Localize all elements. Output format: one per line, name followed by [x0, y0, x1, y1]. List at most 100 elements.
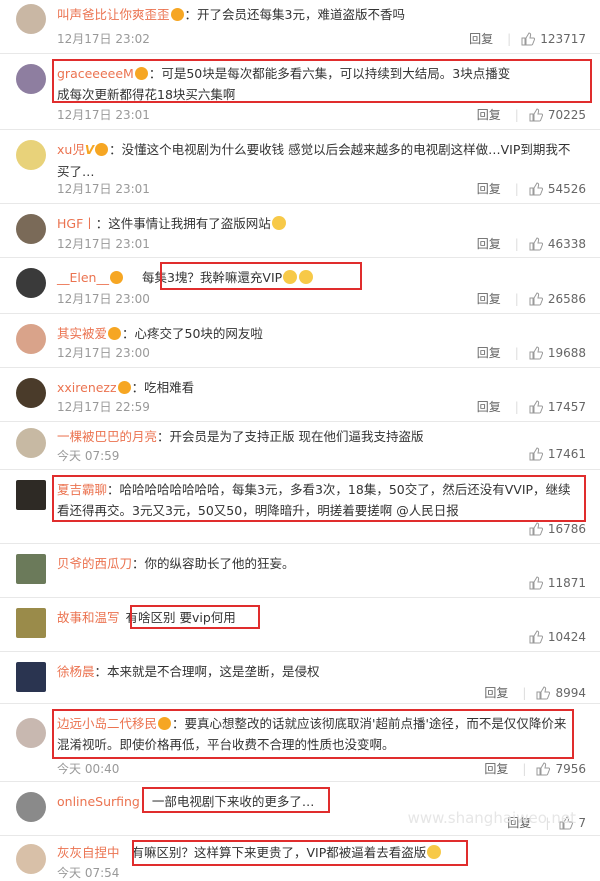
divider: |	[507, 31, 512, 46]
comment-text: ：哈哈哈哈哈哈哈哈，每集3元，多看3次，18集，50交了，然后还没有VVIP，继…	[57, 482, 571, 518]
avatar[interactable]	[16, 140, 46, 170]
comment-time: 今天 07:54	[57, 866, 120, 880]
comment-username[interactable]: 叫声爸比让你爽歪歪	[57, 7, 170, 22]
like-button[interactable]: 19688	[529, 346, 586, 360]
like-button[interactable]: 17457	[529, 400, 586, 414]
thumbs-up-icon	[529, 181, 543, 195]
avatar[interactable]	[16, 792, 46, 822]
comment-item: HGF丨：这件事情让我拥有了盗版网站 12月17日 23:01 回复 | 463…	[0, 204, 600, 258]
cat-emoji-icon	[283, 270, 298, 284]
reply-button[interactable]: 回复	[484, 684, 508, 701]
reply-button[interactable]: 回复	[477, 235, 501, 252]
member-badge-icon	[95, 143, 109, 156]
comment-item: 贝爷的西瓜刀：你的纵容助长了他的狂妄。 11871	[0, 544, 600, 598]
comment-username[interactable]: 其实被爱	[57, 326, 107, 341]
comment-time: 12月17日 23:01	[57, 237, 150, 251]
member-badge-icon	[170, 8, 184, 21]
comment-item: 其实被爱 ：心疼交了50块的网友啦 12月17日 23:00 回复 | 19688	[0, 314, 600, 368]
comment-username[interactable]: xxirenezz	[57, 380, 117, 395]
thumbs-up-icon	[529, 630, 543, 644]
comment-username[interactable]: 夏吉霸聊	[57, 482, 107, 497]
like-button[interactable]: 7956	[536, 762, 586, 776]
comment-text: 每集3塊？我幹嘛還充VIP	[141, 270, 283, 285]
verified-icon: V	[84, 143, 95, 157]
comment-item: __Elen__ 每集3塊？我幹嘛還充VIP 12月17日 23:00 回复 |…	[0, 258, 600, 314]
reply-button[interactable]: 回复	[469, 30, 493, 47]
avatar[interactable]	[16, 428, 46, 458]
like-button[interactable]: 46338	[529, 237, 586, 251]
comment-text: ：吃相难看	[131, 380, 195, 395]
comment-text: ：本来就是不合理啊，这是垄断，是侵权	[94, 664, 320, 679]
cat-emoji-icon	[299, 270, 314, 284]
like-button[interactable]: 17461	[529, 447, 586, 461]
like-button[interactable]: 10424	[529, 630, 586, 644]
comment-username[interactable]: onlineSurfing	[57, 794, 140, 809]
like-count: 19688	[547, 345, 586, 360]
like-count: 10424	[547, 630, 586, 644]
avatar[interactable]	[16, 480, 46, 510]
comment-text: ：没懂这个电视剧为什么要收钱 感觉以后会越来越多的电视剧这样做…VIP到期我不买…	[57, 142, 571, 179]
like-count: 54526	[547, 181, 586, 196]
avatar[interactable]	[16, 662, 46, 692]
reply-button[interactable]: 回复	[477, 290, 501, 307]
avatar[interactable]	[16, 64, 46, 94]
like-button[interactable]: 54526	[529, 182, 586, 196]
divider: |	[514, 291, 519, 306]
divider: |	[514, 236, 519, 251]
like-button[interactable]: 123717	[521, 32, 586, 46]
like-button[interactable]: 11871	[529, 576, 586, 590]
like-button[interactable]: 70225	[529, 108, 586, 122]
comment-text: ：心疼交了50块的网友啦	[122, 326, 263, 341]
thumbs-up-icon	[529, 345, 543, 359]
avatar[interactable]	[16, 268, 46, 298]
comment-username[interactable]: __Elen__	[57, 270, 109, 285]
comment-time: 12月17日 23:01	[57, 108, 150, 122]
avatar[interactable]	[16, 608, 46, 638]
reply-button[interactable]: 回复	[484, 760, 508, 777]
avatar[interactable]	[16, 324, 46, 354]
like-count: 26586	[547, 291, 586, 306]
like-count: 16786	[547, 522, 586, 536]
like-button[interactable]: 26586	[529, 292, 586, 306]
member-badge-icon	[158, 717, 172, 730]
divider: |	[514, 345, 519, 360]
like-button[interactable]: 16786	[529, 522, 586, 536]
like-button[interactable]: 8994	[536, 686, 586, 700]
comment-text: ：开了会员还每集3元，难道盗版不香吗	[184, 7, 405, 22]
comment-username[interactable]: 贝爷的西瓜刀	[57, 556, 132, 571]
thumbs-up-icon	[529, 576, 543, 590]
avatar[interactable]	[16, 718, 46, 748]
comment-username[interactable]: graceeeeeM	[57, 66, 134, 81]
reply-button[interactable]: 回复	[477, 344, 501, 361]
member-badge-icon	[117, 381, 131, 394]
thumbs-up-icon	[529, 107, 543, 121]
avatar[interactable]	[16, 554, 46, 584]
comment-username[interactable]: 灰灰自捏中	[57, 845, 120, 860]
thumbs-up-icon	[536, 685, 551, 699]
watermark: www.shanghaiweo.net	[407, 809, 576, 827]
like-count: 8994	[555, 685, 586, 700]
avatar[interactable]	[16, 214, 46, 244]
thumbs-up-icon	[529, 399, 543, 413]
reply-button[interactable]: 回复	[477, 398, 501, 415]
laugh-emoji-icon	[427, 845, 442, 859]
comment-time: 12月17日 23:02	[57, 32, 150, 46]
comment-username[interactable]: HGF丨	[57, 216, 96, 231]
comment-item: 故事和温写 有啥区别 要vip何用 10424	[0, 598, 600, 652]
comment-username[interactable]: 边远小岛二代移民	[57, 716, 157, 731]
comment-item: 灰灰自捏中 有嘛区别？这样算下来更贵了，VIP都被逼着去看盗版 今天 07:54	[0, 836, 600, 881]
reply-button[interactable]: 回复	[477, 106, 501, 123]
comment-time: 今天 00:40	[57, 762, 120, 776]
divider: |	[514, 107, 519, 122]
avatar[interactable]	[16, 4, 46, 34]
avatar[interactable]	[16, 378, 46, 408]
comment-text: 一部电视剧下来收的更多了…	[151, 794, 315, 809]
like-count: 70225	[547, 107, 586, 122]
reply-button[interactable]: 回复	[477, 180, 501, 197]
avatar[interactable]	[16, 844, 46, 874]
like-count: 11871	[547, 576, 586, 590]
comment-username[interactable]: 一棵被巴巴的月亮	[57, 429, 157, 444]
comment-username[interactable]: 故事和温写	[57, 610, 120, 625]
comment-username[interactable]: xu児	[57, 142, 85, 157]
comment-username[interactable]: 徐杨晨	[57, 664, 95, 679]
